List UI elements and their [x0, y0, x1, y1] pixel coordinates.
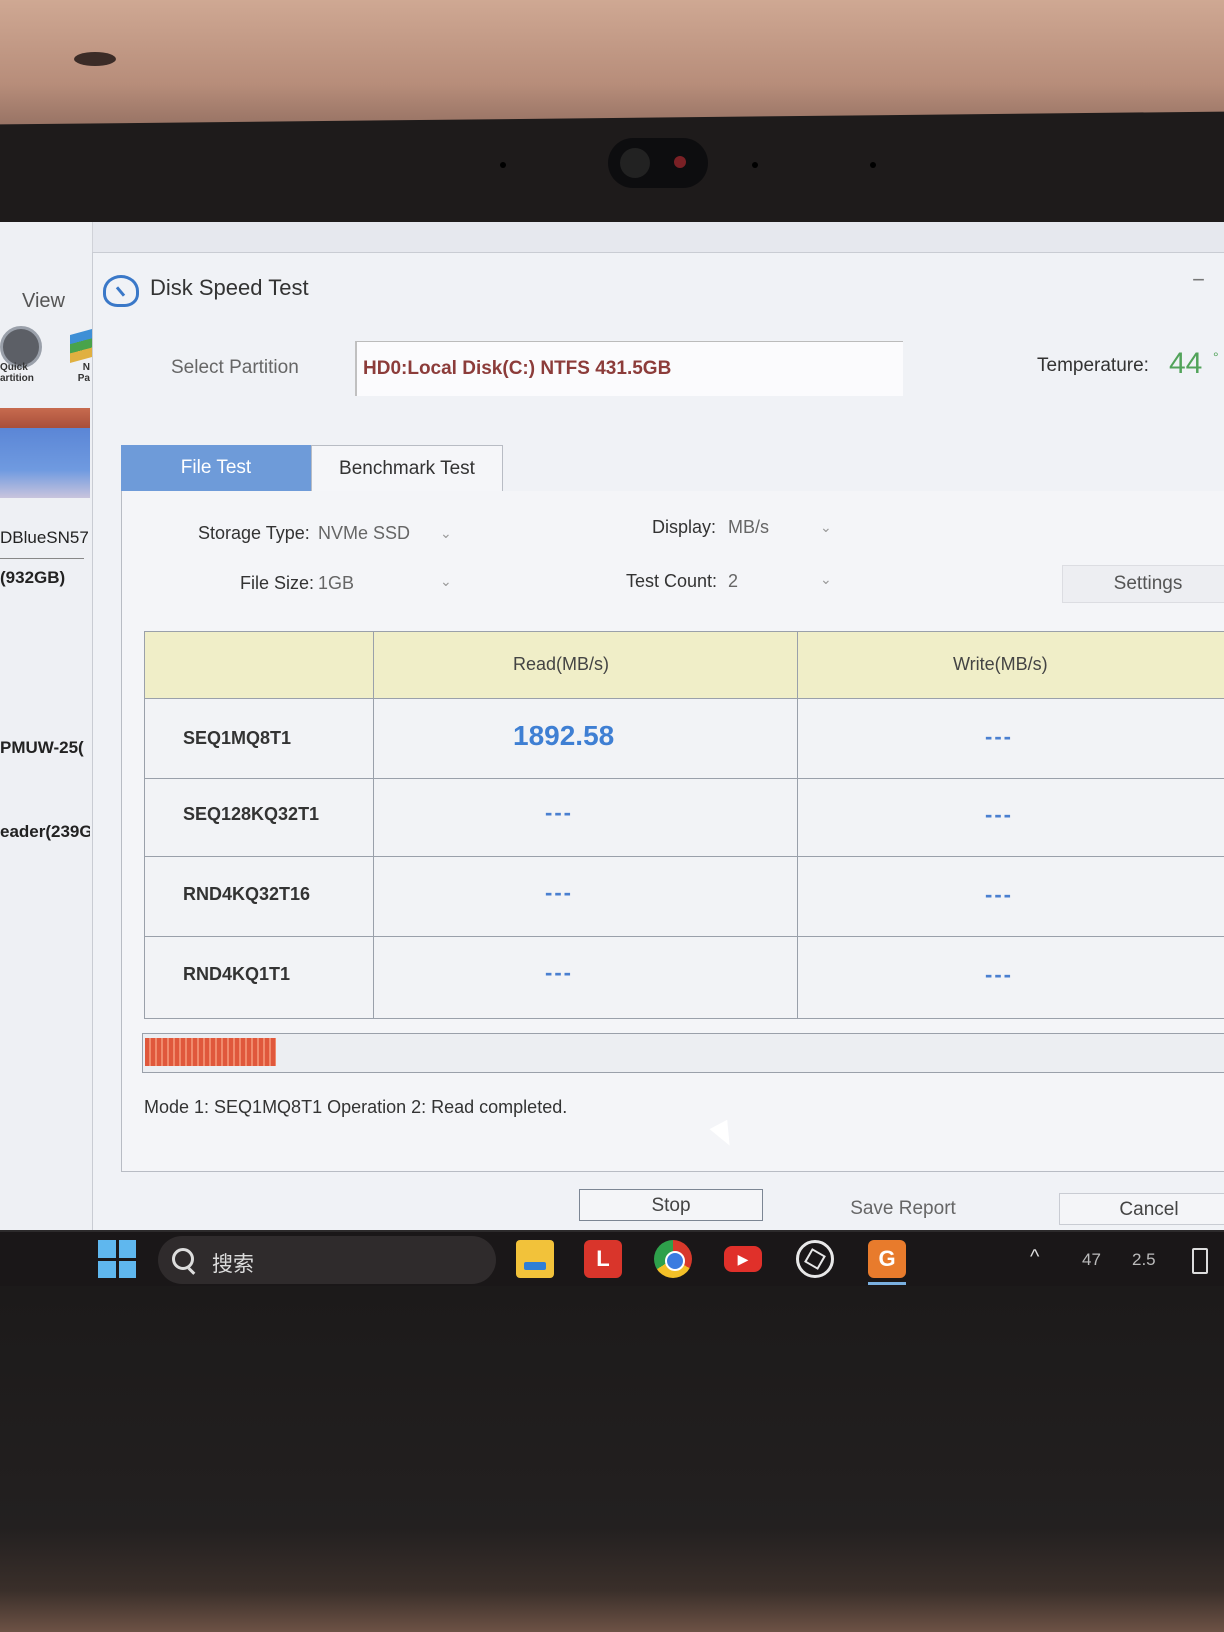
disk-tree-item[interactable]: eader(239G — [0, 822, 90, 842]
read-column-header: Read(MB/s) — [513, 654, 610, 674]
write-column-header: Write(MB/s) — [953, 654, 1048, 674]
webcam-lens — [620, 148, 650, 178]
test-count-select[interactable]: 2 — [728, 571, 738, 592]
save-report-button[interactable]: Save Report — [813, 1193, 993, 1225]
temperature-unit: ° — [1213, 349, 1219, 365]
tray-value: 47 — [1082, 1250, 1101, 1269]
disk-tree-item[interactable]: DBlueSN57 — [0, 528, 90, 548]
row-divider — [145, 936, 1224, 937]
sensor-dot — [870, 162, 876, 168]
storage-type-label: Storage Type: — [198, 523, 310, 543]
row-divider — [145, 698, 1224, 699]
write-value: --- — [985, 882, 1013, 907]
search-icon — [172, 1248, 194, 1270]
test-count-label: Test Count: — [626, 571, 718, 591]
disk-map-bar — [0, 408, 90, 428]
display-select[interactable]: MB/s — [728, 517, 769, 538]
read-value: --- — [545, 880, 573, 905]
row-name: SEQ1MQ8T1 — [183, 728, 292, 748]
read-value: --- — [545, 960, 573, 985]
stop-button[interactable]: Stop — [579, 1189, 763, 1221]
disk-tree-item[interactable]: PMUW-25( — [0, 738, 90, 758]
file-explorer-icon[interactable] — [516, 1240, 554, 1278]
quick-partition-label: Quick artition — [0, 362, 34, 384]
cancel-button[interactable]: Cancel — [1059, 1193, 1224, 1225]
chevron-down-icon[interactable]: ⌄ — [440, 525, 452, 542]
row-divider — [145, 856, 1224, 857]
partition-value: HD0:Local Disk(C:) NTFS 431.5GB — [363, 358, 672, 379]
new-partition-icon[interactable] — [70, 329, 92, 363]
background-app-sidebar: View Quick artition N Pa DBlueSN57 (932G… — [0, 222, 93, 1286]
minimize-button[interactable]: − — [1192, 267, 1205, 293]
menu-view[interactable]: View — [22, 290, 65, 313]
search-placeholder: 搜索 — [212, 1253, 254, 1276]
table-header-row — [145, 632, 1224, 699]
disk-genius-icon[interactable]: G — [868, 1240, 906, 1278]
chevron-down-icon[interactable]: ⌄ — [820, 519, 832, 536]
ceiling-light — [74, 52, 116, 66]
dialog-title: Disk Speed Test — [150, 275, 309, 300]
partition-select[interactable]: HD0:Local Disk(C:) NTFS 431.5GB — [355, 341, 903, 396]
temperature-value: 44 — [1169, 347, 1203, 380]
mouse-cursor-icon — [709, 1119, 739, 1151]
temperature-label: Temperature: — [1037, 355, 1149, 376]
row-divider — [145, 778, 1224, 779]
tab-bar: File Test Benchmark Test — [121, 445, 1224, 492]
tray-value: 2.5 — [1132, 1250, 1156, 1269]
write-value: --- — [985, 724, 1013, 749]
write-value: --- — [985, 802, 1013, 827]
laptop-screen: View Quick artition N Pa DBlueSN57 (932G… — [0, 222, 1224, 1286]
disk-speed-test-dialog: Disk Speed Test − Select Partition HD0:L… — [92, 252, 1224, 1254]
row-name: SEQ128KQ32T1 — [183, 804, 320, 824]
webcam — [608, 138, 708, 188]
chatgpt-icon[interactable] — [796, 1240, 834, 1278]
disk-tree-size: (932GB) — [0, 568, 66, 587]
disk-map-partition[interactable] — [0, 428, 90, 498]
read-value: 1892.58 — [513, 720, 615, 751]
tray-chevron-up-icon[interactable]: ^ — [1030, 1246, 1039, 1269]
progress-bar — [142, 1033, 1224, 1073]
column-divider — [373, 632, 374, 1018]
column-divider — [797, 632, 798, 1018]
select-partition-label: Select Partition — [171, 357, 299, 378]
battery-icon[interactable] — [1192, 1248, 1208, 1274]
active-app-indicator — [868, 1282, 906, 1285]
settings-button[interactable]: Settings — [1062, 565, 1224, 603]
tab-benchmark-test[interactable]: Benchmark Test — [311, 445, 503, 491]
status-text: Mode 1: SEQ1MQ8T1 Operation 2: Read comp… — [144, 1097, 568, 1117]
file-size-select[interactable]: 1GB — [318, 573, 354, 594]
sensor-dot — [500, 162, 506, 168]
taskbar-search[interactable]: 搜索 — [158, 1236, 496, 1284]
taskbar: 搜索 L ▶ G ^ 47 2.5 — [0, 1230, 1224, 1286]
read-value: --- — [545, 800, 573, 825]
file-size-label: File Size: — [240, 573, 315, 593]
chrome-icon[interactable] — [654, 1240, 692, 1278]
new-partition-label: N Pa — [77, 362, 90, 384]
chevron-down-icon[interactable]: ⌄ — [440, 573, 452, 590]
divider — [0, 558, 84, 559]
laptop-bottom-bezel — [0, 1286, 1224, 1632]
sensor-dot — [752, 162, 758, 168]
file-test-panel: Storage Type: NVMe SSD ⌄ Display: MB/s ⌄… — [121, 491, 1224, 1172]
youtube-icon[interactable]: ▶ — [724, 1246, 762, 1272]
webcam-led — [674, 156, 686, 168]
chevron-down-icon[interactable]: ⌄ — [820, 571, 832, 588]
storage-type-select[interactable]: NVMe SSD — [318, 523, 410, 544]
row-name: RND4KQ1T1 — [183, 964, 291, 984]
speedometer-icon — [103, 275, 139, 307]
progress-fill — [145, 1038, 276, 1066]
row-name: RND4KQ32T16 — [183, 884, 311, 904]
tab-file-test[interactable]: File Test — [121, 445, 311, 491]
windows-start-icon[interactable] — [98, 1240, 136, 1278]
l-app-icon[interactable]: L — [584, 1240, 622, 1278]
display-label: Display: — [652, 517, 717, 537]
results-table: Read(MB/s) Write(MB/s) SEQ1MQ8T1 1892.58… — [144, 631, 1224, 1019]
write-value: --- — [985, 962, 1013, 987]
